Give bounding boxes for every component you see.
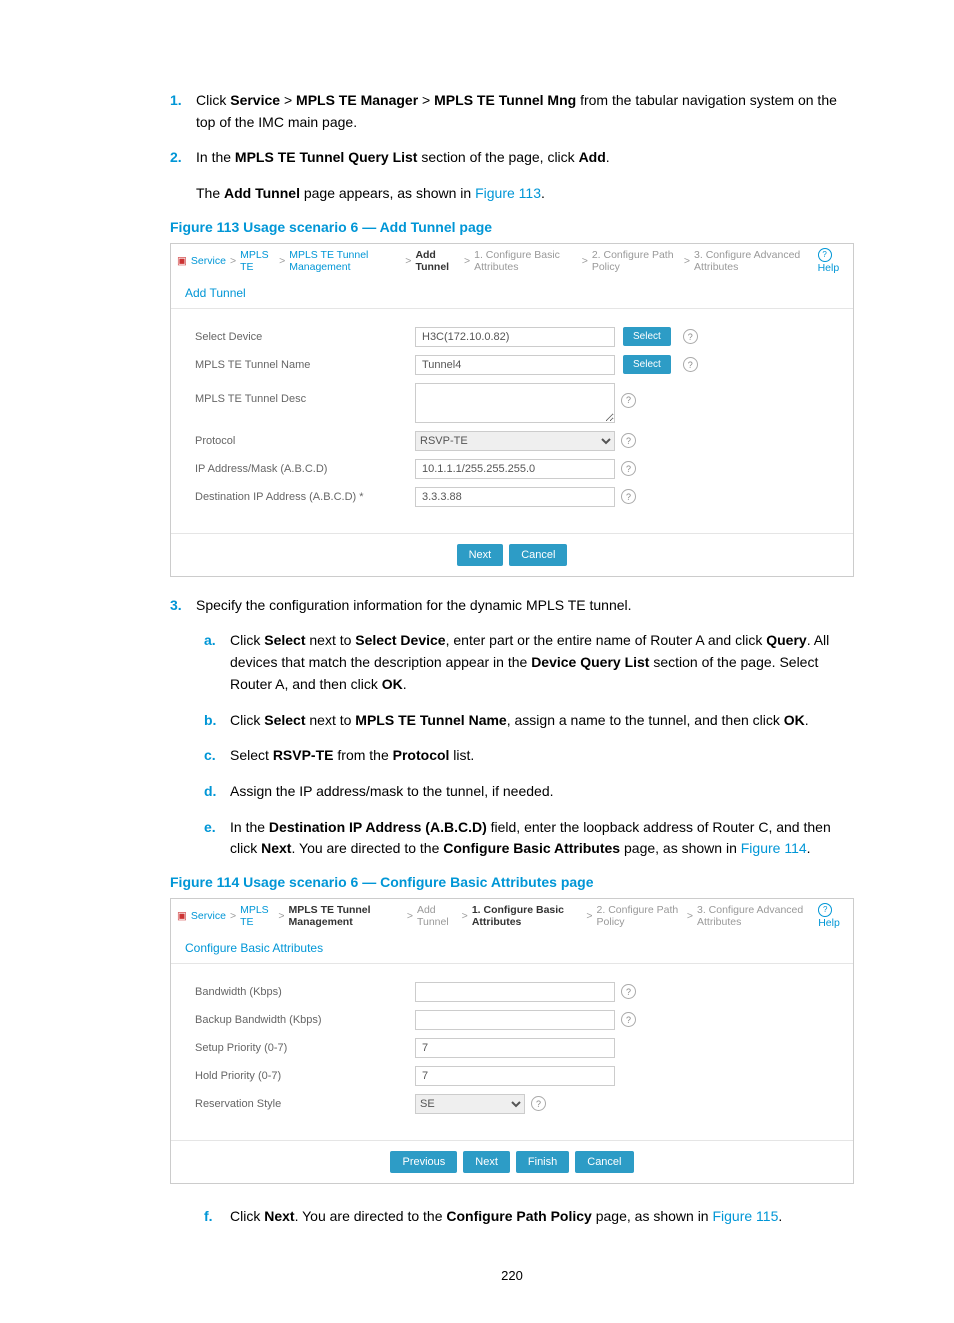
form-body: Bandwidth (Kbps) ? Backup Bandwidth (Kbp… <box>171 964 853 1140</box>
figure-114-caption: Figure 114 Usage scenario 6 — Configure … <box>170 874 854 890</box>
help-icon[interactable]: ? <box>621 489 636 504</box>
figure-113-screenshot: ▣ Service> MPLS TE> MPLS TE Tunnel Manag… <box>170 243 854 577</box>
step-3-number: 3. <box>170 595 196 617</box>
bandwidth-input[interactable] <box>415 982 615 1002</box>
figure-113-caption: Figure 113 Usage scenario 6 — Add Tunnel… <box>170 219 854 235</box>
button-bar: Next Cancel <box>171 533 853 576</box>
previous-button[interactable]: Previous <box>390 1151 457 1173</box>
step-1-number: 1. <box>170 90 196 133</box>
step-2-text: In the MPLS TE Tunnel Query List section… <box>196 147 610 169</box>
step-3e: e. In the Destination IP Address (A.B.C.… <box>204 817 854 860</box>
step-3-text: Specify the configuration information fo… <box>196 595 632 617</box>
cancel-button[interactable]: Cancel <box>509 544 567 566</box>
reservation-style-select[interactable]: SE <box>415 1094 525 1114</box>
cancel-button[interactable]: Cancel <box>575 1151 633 1173</box>
step-3d: d. Assign the IP address/mask to the tun… <box>204 781 854 803</box>
help-icon[interactable]: ? <box>683 357 698 372</box>
figure-113-link[interactable]: Figure 113 <box>475 185 541 201</box>
hold-priority-label: Hold Priority (0-7) <box>195 1070 415 1082</box>
help-icon[interactable]: ? <box>621 393 636 408</box>
next-button[interactable]: Next <box>463 1151 510 1173</box>
help-icon[interactable]: ? <box>621 433 636 448</box>
step-1: 1. Click Service > MPLS TE Manager > MPL… <box>170 90 854 133</box>
tunnel-name-input[interactable] <box>415 355 615 375</box>
hold-priority-input[interactable] <box>415 1066 615 1086</box>
step-3b: b. Click Select next to MPLS TE Tunnel N… <box>204 710 854 732</box>
finish-button[interactable]: Finish <box>516 1151 569 1173</box>
ip-mask-label: IP Address/Mask (A.B.C.D) <box>195 463 415 475</box>
panel-title: Configure Basic Attributes <box>171 933 853 964</box>
backup-bandwidth-label: Backup Bandwidth (Kbps) <box>195 1014 415 1026</box>
document-page: 1. Click Service > MPLS TE Manager > MPL… <box>0 0 954 1323</box>
dest-ip-label: Destination IP Address (A.B.C.D) * <box>195 491 415 503</box>
figure-114-link[interactable]: Figure 114 <box>741 840 807 856</box>
button-bar: Previous Next Finish Cancel <box>171 1140 853 1183</box>
help-icon[interactable]: ? <box>621 984 636 999</box>
backup-bandwidth-input[interactable] <box>415 1010 615 1030</box>
step-3f: f. Click Next. You are directed to the C… <box>204 1206 854 1228</box>
step-3: 3. Specify the configuration information… <box>170 595 854 617</box>
step-3c: c. Select RSVP-TE from the Protocol list… <box>204 745 854 767</box>
help-icon: ? <box>818 903 832 917</box>
reservation-style-label: Reservation Style <box>195 1098 415 1110</box>
cube-icon: ▣ <box>177 255 187 267</box>
breadcrumb: ▣ Service> MPLS TE> MPLS TE Tunnel Manag… <box>171 243 853 278</box>
select-device-button[interactable]: Select <box>623 327 671 346</box>
select-device-input[interactable] <box>415 327 615 347</box>
breadcrumb: ▣ Service> MPLS TE> MPLS TE Tunnel Manag… <box>171 898 853 933</box>
help-icon: ? <box>818 248 832 262</box>
protocol-select[interactable]: RSVP-TE <box>415 431 615 451</box>
step-2-followon: The Add Tunnel page appears, as shown in… <box>196 183 854 205</box>
help-icon[interactable]: ? <box>683 329 698 344</box>
tunnel-desc-label: MPLS TE Tunnel Desc <box>195 383 415 405</box>
select-device-label: Select Device <box>195 331 415 343</box>
setup-priority-label: Setup Priority (0-7) <box>195 1042 415 1054</box>
help-icon[interactable]: ? <box>531 1096 546 1111</box>
step-2: 2. In the MPLS TE Tunnel Query List sect… <box>170 147 854 169</box>
figure-115-link[interactable]: Figure 115 <box>712 1208 778 1224</box>
figure-114-screenshot: ▣ Service> MPLS TE> MPLS TE Tunnel Manag… <box>170 898 854 1184</box>
form-body: Select Device Select ? MPLS TE Tunnel Na… <box>171 309 853 533</box>
bandwidth-label: Bandwidth (Kbps) <box>195 986 415 998</box>
tunnel-name-select-button[interactable]: Select <box>623 355 671 374</box>
dest-ip-input[interactable] <box>415 487 615 507</box>
protocol-label: Protocol <box>195 435 415 447</box>
cube-icon: ▣ <box>177 910 187 922</box>
ip-mask-input[interactable] <box>415 459 615 479</box>
help-link[interactable]: ?Help <box>818 248 847 274</box>
next-button[interactable]: Next <box>457 544 504 566</box>
step-3a: a. Click Select next to Select Device, e… <box>204 630 854 695</box>
help-icon[interactable]: ? <box>621 461 636 476</box>
panel-title: Add Tunnel <box>171 278 853 309</box>
help-icon[interactable]: ? <box>621 1012 636 1027</box>
help-link[interactable]: ?Help <box>818 903 847 929</box>
tunnel-desc-input[interactable] <box>415 383 615 423</box>
page-number: 220 <box>170 1268 854 1283</box>
tunnel-name-label: MPLS TE Tunnel Name <box>195 359 415 371</box>
step-2-number: 2. <box>170 147 196 169</box>
step-1-text: Click Service > MPLS TE Manager > MPLS T… <box>196 90 854 133</box>
setup-priority-input[interactable] <box>415 1038 615 1058</box>
